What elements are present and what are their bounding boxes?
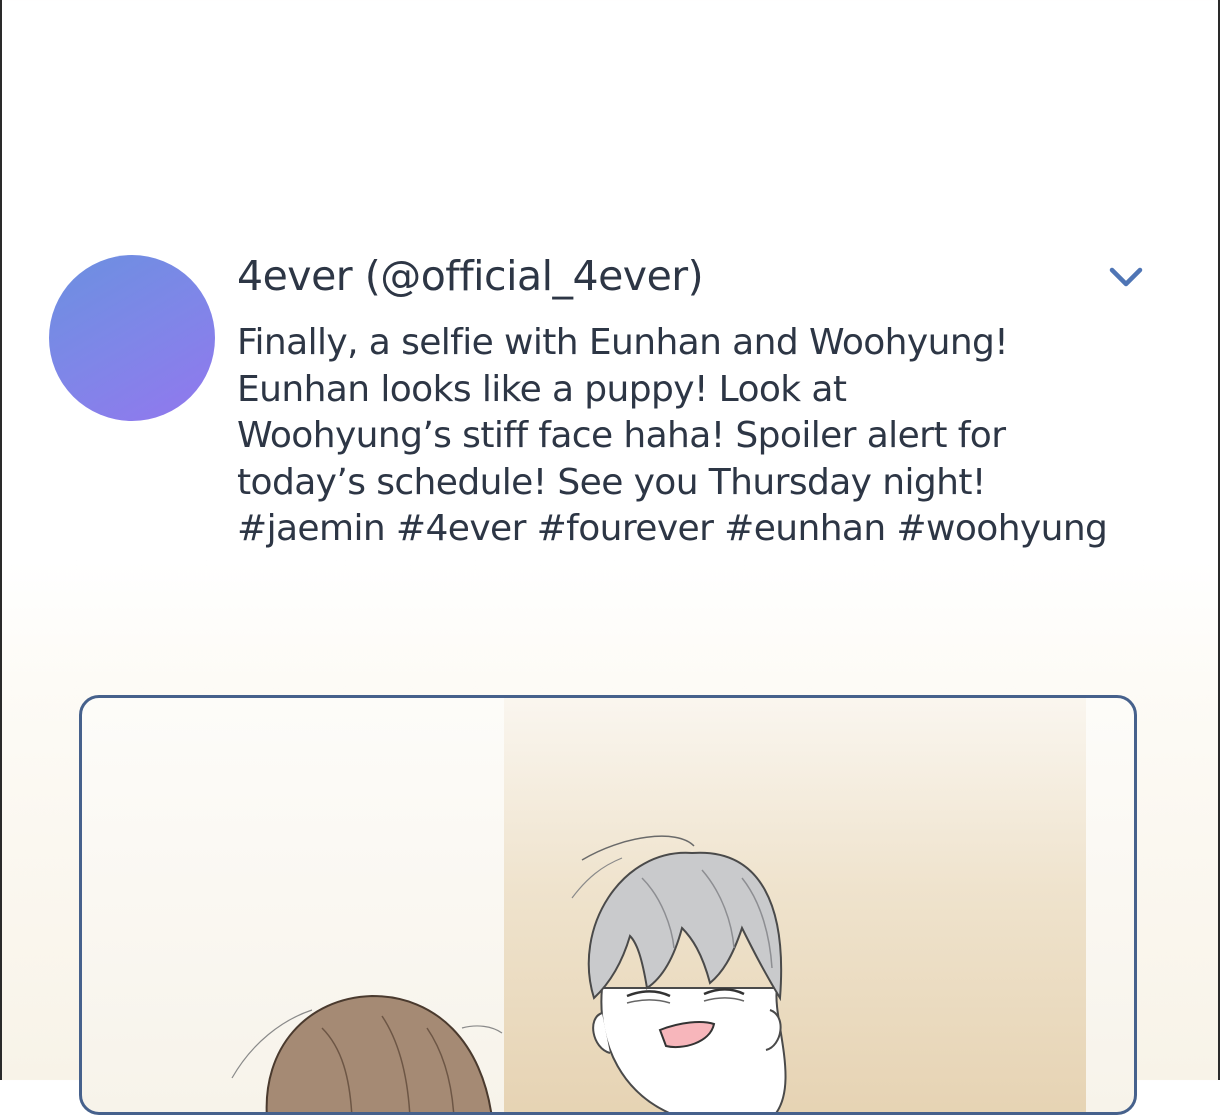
display-name[interactable]: 4ever — [237, 252, 353, 300]
post-header: 4ever (@official_4ever) — [237, 248, 704, 304]
post-text: Finally, a selfie with Eunhan and Woohyu… — [237, 320, 1137, 553]
post-text-line: Finally, a selfie with Eunhan and Woohyu… — [237, 322, 1009, 363]
post-text-line: today’s schedule! See you Thursday night… — [237, 461, 986, 503]
chevron-down-icon[interactable] — [1104, 258, 1148, 298]
post-text-line: Eunhan looks like a puppy! Look at — [237, 368, 847, 410]
left-frame-border — [0, 0, 2, 1080]
hashtags[interactable]: #jaemin #4ever #fourever #eunhan #woohyu… — [237, 506, 1137, 553]
avatar[interactable] — [49, 255, 215, 421]
user-handle[interactable]: (@official_4ever) — [365, 252, 704, 300]
post-text-line: Woohyung’s stiff face haha! Spoiler aler… — [237, 415, 1006, 456]
selfie-illustration — [231, 835, 787, 1112]
post-photo[interactable] — [79, 695, 1137, 1115]
